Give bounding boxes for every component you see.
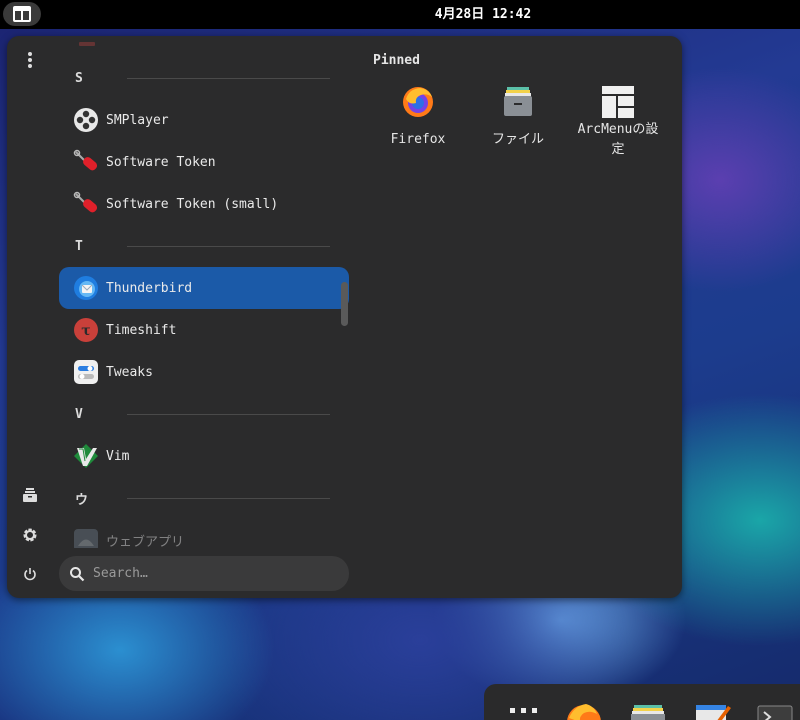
- category-letter: ウ: [75, 492, 89, 508]
- vim-icon: [72, 442, 100, 470]
- app-item-smplayer[interactable]: SMPlayer: [59, 99, 349, 141]
- divider: [127, 497, 330, 499]
- app-label: Software Token (small): [106, 196, 279, 212]
- app-item-web-apps[interactable]: ウェブアプリ: [59, 519, 349, 548]
- software-token-icon: [72, 148, 100, 176]
- search-placeholder: Search…: [93, 566, 148, 581]
- app-item-software-token-small[interactable]: Software Token (small): [59, 183, 349, 225]
- more-options-button[interactable]: [15, 45, 45, 75]
- category-letter: T: [75, 238, 83, 254]
- pinned-title: Pinned: [373, 53, 420, 68]
- app-label: Vim: [106, 448, 130, 464]
- dock-text-editor[interactable]: [692, 700, 732, 720]
- side-bar: [7, 36, 53, 598]
- app-list-scrollbar[interactable]: [341, 282, 348, 326]
- app-item-tweaks[interactable]: Tweaks: [59, 351, 349, 393]
- more-vertical-icon: [28, 52, 32, 68]
- web-apps-icon: [72, 526, 100, 548]
- app-label: Timeshift: [106, 322, 177, 338]
- files-icon: [631, 705, 665, 720]
- power-button[interactable]: [15, 559, 45, 589]
- top-bar: 4月28日 12:42: [0, 0, 800, 29]
- app-item-timeshift[interactable]: τ Timeshift: [59, 309, 349, 351]
- app-label: Thunderbird: [106, 280, 193, 296]
- thunderbird-icon: [72, 274, 100, 302]
- pinned-label: ファイル: [491, 132, 544, 147]
- grid-dots-icon: [510, 708, 537, 713]
- tweaks-icon: [72, 358, 100, 386]
- search-icon: [70, 566, 85, 581]
- clock[interactable]: 4月28日 12:42: [0, 0, 800, 29]
- dock-files[interactable]: [628, 700, 668, 720]
- timeshift-icon: τ: [72, 316, 100, 344]
- divider: [127, 77, 330, 79]
- category-letter: V: [75, 406, 83, 422]
- files-button[interactable]: [15, 480, 45, 510]
- pinned-label: ArcMenuの設定: [577, 122, 659, 157]
- smplayer-icon: [72, 106, 100, 134]
- category-header-v: V: [59, 393, 349, 435]
- category-header-s: S: [59, 57, 349, 99]
- dock-terminal[interactable]: [754, 700, 794, 720]
- app-label: SMPlayer: [106, 112, 169, 128]
- app-item-software-token[interactable]: Software Token: [59, 141, 349, 183]
- settings-button[interactable]: [15, 520, 45, 550]
- file-cabinet-icon: [23, 488, 37, 502]
- app-item-thunderbird[interactable]: Thunderbird: [59, 267, 349, 309]
- pinned-firefox[interactable]: Firefox: [368, 84, 468, 174]
- app-label: Tweaks: [106, 364, 153, 380]
- terminal-icon: [757, 705, 793, 720]
- search-box[interactable]: Search…: [59, 556, 349, 591]
- category-header-t: T: [59, 225, 349, 267]
- partial-app-icon: [79, 42, 95, 46]
- show-apps-button[interactable]: [504, 706, 544, 720]
- dock: [484, 684, 800, 720]
- pinned-arcmenu-settings[interactable]: ArcMenuの設定: [568, 84, 668, 174]
- pinned-files[interactable]: ファイル: [468, 84, 568, 174]
- firefox-icon: [567, 704, 601, 720]
- firefox-icon: [400, 84, 436, 120]
- category-letter: S: [75, 70, 83, 86]
- arcmenu-settings-icon: [600, 84, 636, 120]
- dock-firefox[interactable]: [564, 700, 604, 720]
- app-label: Software Token: [106, 154, 216, 170]
- app-label: ウェブアプリ: [106, 534, 185, 549]
- arcmenu-panel: S SMPlayer Software Token Software Token…: [7, 36, 682, 598]
- svg-text:τ: τ: [81, 323, 90, 339]
- divider: [127, 245, 330, 247]
- power-icon: [24, 568, 36, 581]
- divider: [127, 413, 330, 415]
- files-icon: [500, 84, 536, 120]
- app-item-vim[interactable]: Vim: [59, 435, 349, 477]
- category-header-u: ウ: [59, 477, 349, 519]
- pinned-label: Firefox: [390, 132, 446, 147]
- app-list[interactable]: S SMPlayer Software Token Software Token…: [59, 36, 349, 548]
- gear-icon: [23, 528, 37, 542]
- text-editor-icon: [696, 705, 731, 720]
- software-token-icon: [72, 190, 100, 218]
